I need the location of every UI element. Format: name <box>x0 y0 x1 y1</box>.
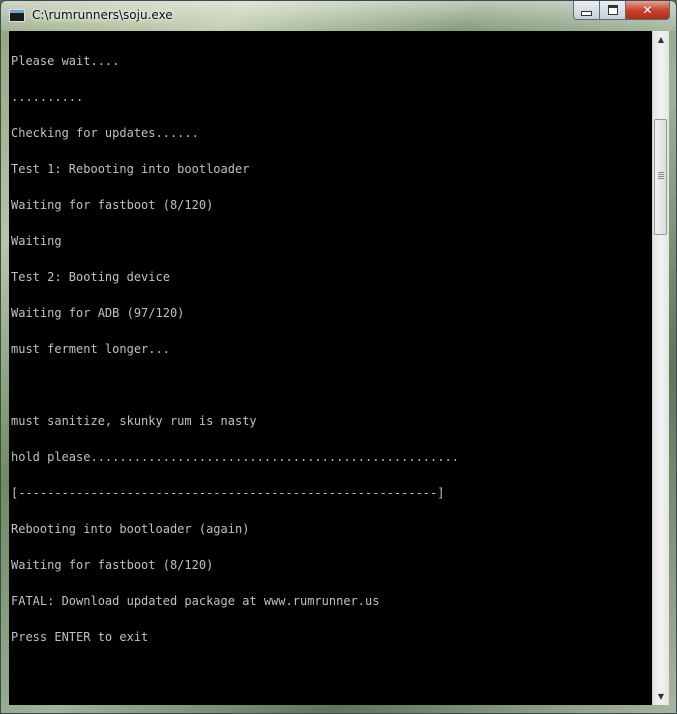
console-output[interactable]: Please wait.... .......... Checking for … <box>9 31 652 705</box>
console-line: Waiting for fastboot (8/120) <box>11 198 214 212</box>
console-line: must sanitize, skunky rum is nasty <box>11 414 257 428</box>
arrow-up-icon: ▲ <box>657 35 665 44</box>
console-line: Test 1: Rebooting into bootloader <box>11 162 250 176</box>
console-text: Please wait.... .......... Checking for … <box>11 31 459 667</box>
caption-buttons: ✕ <box>573 1 670 20</box>
maximize-icon <box>607 5 618 15</box>
title-bar[interactable]: C:\rumrunners\soju.exe ✕ <box>1 1 676 31</box>
console-line: Test 2: Booting device <box>11 270 170 284</box>
progress-bar-line: [---------------------------------------… <box>11 486 445 500</box>
exit-prompt-line: Press ENTER to exit <box>11 630 149 644</box>
close-icon: ✕ <box>642 3 653 17</box>
console-line: Waiting for ADB (97/120) <box>11 306 185 320</box>
console-line: Please wait.... <box>11 54 120 68</box>
vertical-scrollbar[interactable]: ▲ ▼ <box>652 31 669 705</box>
grip-icon <box>658 172 664 179</box>
console-line: must ferment longer... <box>11 342 170 356</box>
scroll-thumb[interactable] <box>654 119 667 235</box>
scroll-up-button[interactable]: ▲ <box>653 31 669 48</box>
console-line: hold please.............................… <box>11 450 459 464</box>
fatal-error-line: FATAL: Download updated package at www.r… <box>11 594 380 608</box>
arrow-down-icon: ▼ <box>657 692 665 701</box>
scroll-down-button[interactable]: ▼ <box>653 688 669 705</box>
console-line: .......... <box>11 90 84 104</box>
maximize-button[interactable] <box>600 1 626 20</box>
minimize-button[interactable] <box>573 1 600 20</box>
console-line: Checking for updates...... <box>11 126 199 140</box>
console-line: Waiting <box>11 234 62 248</box>
window-title: C:\rumrunners\soju.exe <box>32 8 173 22</box>
console-line: Waiting for fastboot (8/120) <box>11 558 214 572</box>
console-window: C:\rumrunners\soju.exe ✕ Please wait....… <box>0 0 677 714</box>
console-app-icon[interactable] <box>9 9 25 22</box>
minimize-icon <box>581 10 592 16</box>
close-button[interactable]: ✕ <box>626 1 670 20</box>
console-line: Rebooting into bootloader (again) <box>11 522 250 536</box>
